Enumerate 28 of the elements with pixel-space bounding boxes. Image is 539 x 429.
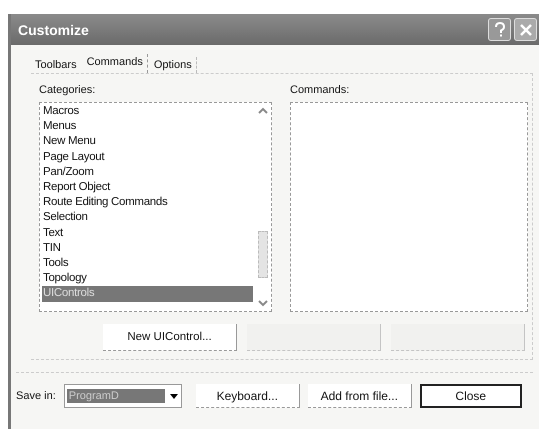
list-item[interactable]: Selection — [42, 210, 253, 226]
list-item[interactable]: Route Editing Commands — [42, 195, 253, 210]
tab[interactable]: Commands — [82, 54, 148, 73]
close-icon — [518, 22, 532, 36]
list-item[interactable]: Pan/Zoom — [42, 164, 253, 180]
action-button[interactable]: New UIControl... — [103, 324, 237, 351]
list-label: Categories: — [39, 84, 96, 96]
list-item[interactable]: New Menu — [42, 134, 253, 150]
footer-button[interactable]: Close — [420, 384, 522, 408]
list-item[interactable]: Menus — [42, 119, 253, 134]
list-item[interactable]: Page Layout — [42, 150, 253, 165]
list-item[interactable]: TIN — [42, 240, 253, 256]
list-item[interactable]: Topology — [42, 271, 253, 286]
list-item[interactable]: Tools — [42, 256, 253, 272]
footer-button[interactable]: Add from file... — [308, 384, 412, 408]
list-item[interactable]: Text — [42, 226, 253, 241]
tab[interactable]: Options — [150, 57, 197, 73]
footer-button[interactable]: Keyboard... — [196, 384, 300, 408]
scroll-thumb[interactable] — [258, 231, 268, 278]
close-button[interactable] — [514, 18, 537, 41]
list-item[interactable]: Report Object — [42, 180, 253, 196]
list-item[interactable]: Macros — [42, 104, 253, 120]
tab[interactable]: Toolbars — [31, 57, 81, 73]
list-label: Commands: — [290, 84, 350, 96]
window-title: Customize — [18, 22, 90, 38]
help-button[interactable] — [488, 18, 511, 41]
save-in-label: Save in: — [16, 390, 56, 402]
question-mark-icon — [492, 22, 506, 38]
